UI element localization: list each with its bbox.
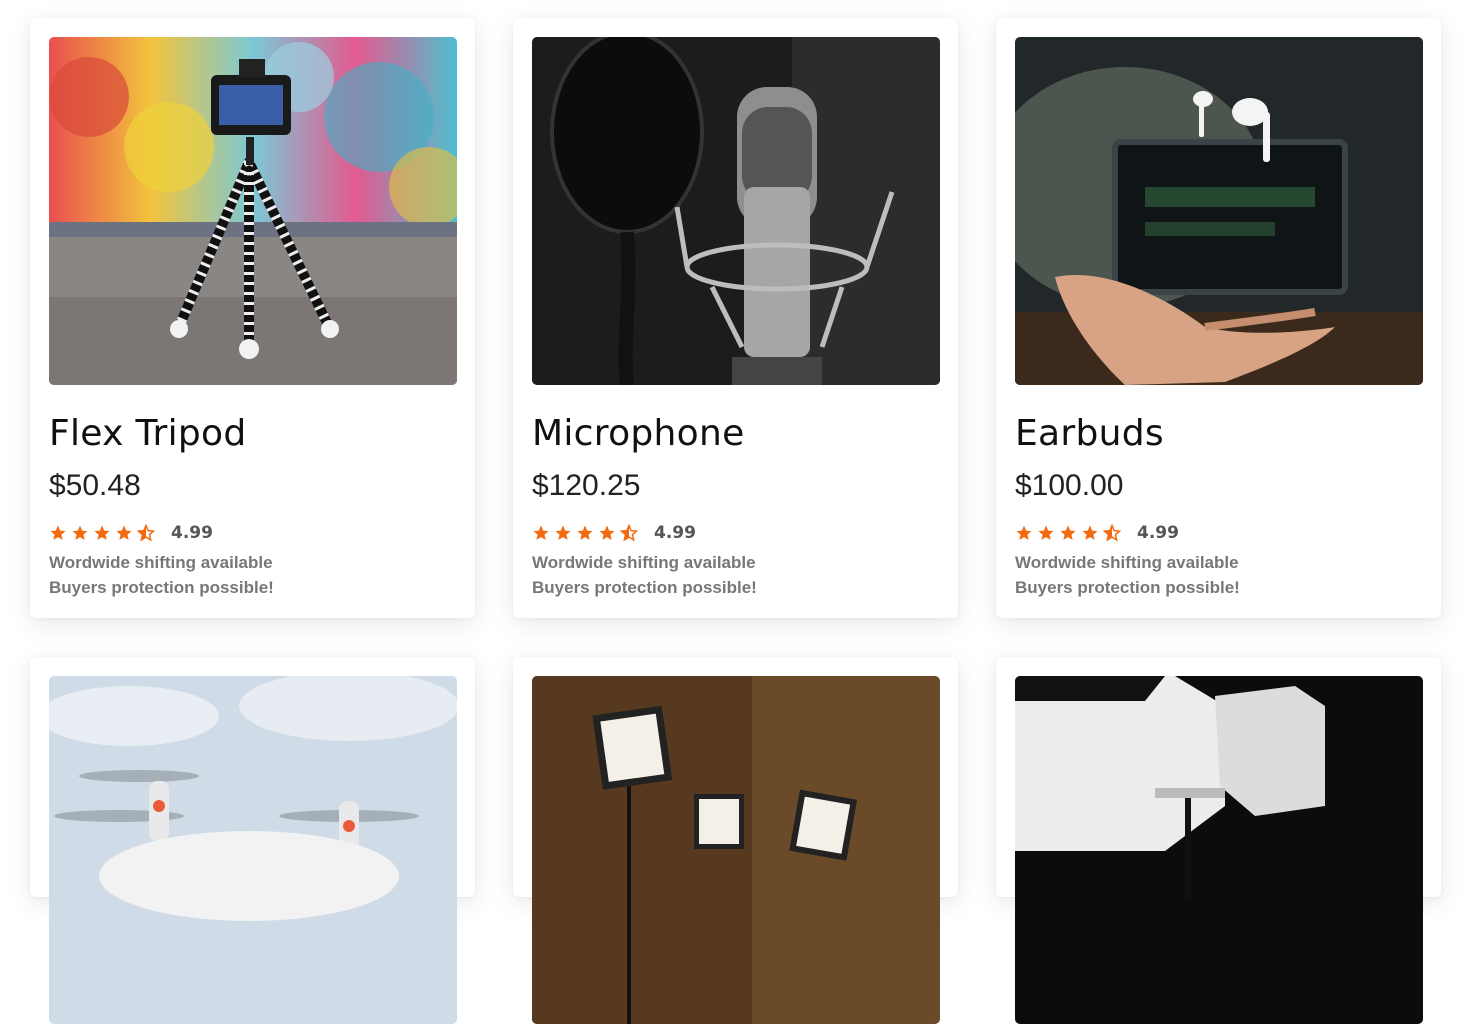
- product-rating: 4.99: [1015, 522, 1179, 544]
- drone-photo-icon: [49, 676, 457, 1024]
- rating-value: 4.99: [654, 523, 696, 543]
- tripod-camera-photo-icon: [49, 37, 457, 385]
- shipping-info: Wordwide shifting available: [532, 553, 756, 572]
- product-image-softbox[interactable]: [1015, 676, 1423, 1024]
- product-rating: 4.99: [532, 522, 696, 544]
- product-card[interactable]: Microphone $120.25 4.99 Wordwide shiftin…: [513, 18, 958, 618]
- product-title[interactable]: Flex Tripod: [49, 413, 247, 454]
- star-icon: [50, 525, 66, 540]
- product-image-microphone[interactable]: [532, 37, 940, 385]
- star-half-icon: [1103, 524, 1121, 542]
- product-image-led-lights[interactable]: [532, 676, 940, 1024]
- product-image-tripod[interactable]: [49, 37, 457, 385]
- star-icon: [72, 525, 88, 540]
- protection-info: Buyers protection possible!: [532, 578, 757, 597]
- product-price: $50.48: [49, 469, 141, 502]
- rating-value: 4.99: [1137, 523, 1179, 543]
- star-icon: [599, 525, 615, 540]
- protection-info: Buyers protection possible!: [1015, 578, 1240, 597]
- studio-softbox-photo-icon: [1015, 676, 1423, 1024]
- star-icon: [555, 525, 571, 540]
- star-rating: [49, 524, 155, 542]
- product-card[interactable]: Earbuds $100.00 4.99 Wordwide shifting a…: [996, 18, 1441, 618]
- star-icon: [533, 525, 549, 540]
- led-panel-lights-photo-icon: [532, 676, 940, 1024]
- star-rating: [532, 524, 638, 542]
- product-price: $120.25: [532, 469, 641, 502]
- product-card[interactable]: [30, 657, 475, 1024]
- star-icon: [577, 525, 593, 540]
- product-title[interactable]: Microphone: [532, 413, 745, 454]
- star-icon: [94, 525, 110, 540]
- star-icon: [1060, 525, 1076, 540]
- product-image-drone[interactable]: [49, 676, 457, 1024]
- product-rating: 4.99: [49, 522, 213, 544]
- star-icon: [1082, 525, 1098, 540]
- star-icon: [1038, 525, 1054, 540]
- product-card[interactable]: Flex Tripod $50.48 4.99 Wordwide shiftin…: [30, 18, 475, 618]
- product-title[interactable]: Earbuds: [1015, 413, 1164, 454]
- product-card[interactable]: [513, 657, 958, 1024]
- star-half-icon: [137, 524, 155, 542]
- star-icon: [1016, 525, 1032, 540]
- shipping-info: Wordwide shifting available: [1015, 553, 1239, 572]
- product-price: $100.00: [1015, 469, 1124, 502]
- star-rating: [1015, 524, 1121, 542]
- studio-microphone-photo-icon: [532, 37, 940, 385]
- protection-info: Buyers protection possible!: [49, 578, 274, 597]
- product-image-earbuds[interactable]: [1015, 37, 1423, 385]
- product-card[interactable]: [996, 657, 1441, 1024]
- star-icon: [116, 525, 132, 540]
- earbuds-hand-photo-icon: [1015, 37, 1423, 385]
- rating-value: 4.99: [171, 523, 213, 543]
- star-half-icon: [620, 524, 638, 542]
- shipping-info: Wordwide shifting available: [49, 553, 273, 572]
